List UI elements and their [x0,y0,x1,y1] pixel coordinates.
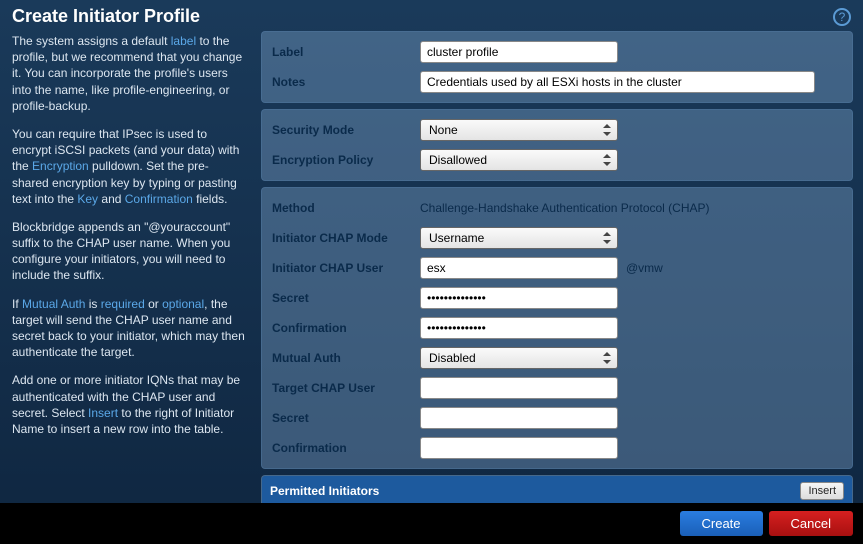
section-basic: Label Notes [261,31,853,103]
label-mutual-auth: Mutual Auth [272,351,420,365]
label-encryption-policy: Encryption Policy [272,153,420,167]
dialog-title: Create Initiator Profile [12,6,851,27]
section-security: Security Mode None Encryption Policy Dis… [261,109,853,181]
link-optional[interactable]: optional [162,297,204,311]
label-method: Method [272,201,420,215]
initiator-chap-user-input[interactable] [420,257,618,279]
link-key[interactable]: Key [77,192,98,206]
dialog-header: Create Initiator Profile ? [0,0,863,29]
label-security-mode: Security Mode [272,123,420,137]
target-chap-user-input[interactable] [420,377,618,399]
create-initiator-profile-dialog: Create Initiator Profile ? The system as… [0,0,863,544]
desc-paragraph-5: Add one or more initiator IQNs that may … [12,372,245,437]
desc-paragraph-1: The system assigns a default label to th… [12,33,245,114]
desc-paragraph-2: You can require that IPsec is used to en… [12,126,245,207]
section-permitted-initiators: Permitted Initiators Insert Delete [261,475,853,503]
label-initiator-chap-user: Initiator CHAP User [272,261,420,275]
create-button[interactable]: Create [680,511,763,536]
desc-paragraph-3: Blockbridge appends an "@youraccount" su… [12,219,245,284]
label-target-chap-user: Target CHAP User [272,381,420,395]
link-mutual-auth[interactable]: Mutual Auth [22,297,85,311]
target-secret-input[interactable] [420,407,618,429]
label-notes: Notes [272,75,420,89]
secret-input[interactable] [420,287,618,309]
label-label: Label [272,45,420,59]
encryption-policy-select[interactable]: Disallowed [420,149,618,171]
label-secret: Secret [272,291,420,305]
link-confirmation[interactable]: Confirmation [125,192,193,206]
insert-button[interactable]: Insert [800,482,844,500]
permitted-initiators-header: Permitted Initiators Insert [262,476,852,503]
form-panel: Label Notes Security Mode None [255,29,863,503]
target-confirmation-input[interactable] [420,437,618,459]
label-target-confirmation: Confirmation [272,441,420,455]
dialog-footer: Create Cancel [0,503,863,544]
label-confirmation: Confirmation [272,321,420,335]
chap-user-suffix: @vmw [626,261,663,275]
link-encryption[interactable]: Encryption [32,159,89,173]
mutual-auth-select[interactable]: Disabled [420,347,618,369]
link-required[interactable]: required [101,297,145,311]
initiator-chap-mode-select[interactable]: Username [420,227,618,249]
link-label[interactable]: label [171,34,196,48]
dialog-body: The system assigns a default label to th… [0,29,863,503]
help-icon[interactable]: ? [833,8,851,26]
desc-paragraph-4: If Mutual Auth is required or optional, … [12,296,245,361]
label-target-secret: Secret [272,411,420,425]
security-mode-select[interactable]: None [420,119,618,141]
method-value: Challenge-Handshake Authentication Proto… [420,201,710,215]
cancel-button[interactable]: Cancel [769,511,853,536]
confirmation-input[interactable] [420,317,618,339]
link-insert[interactable]: Insert [88,406,118,420]
notes-input[interactable] [420,71,815,93]
label-input[interactable] [420,41,618,63]
section-chap: Method Challenge-Handshake Authenticatio… [261,187,853,469]
permitted-initiators-title: Permitted Initiators [270,484,379,498]
description-panel: The system assigns a default label to th… [0,29,255,503]
label-initiator-chap-mode: Initiator CHAP Mode [272,231,420,245]
